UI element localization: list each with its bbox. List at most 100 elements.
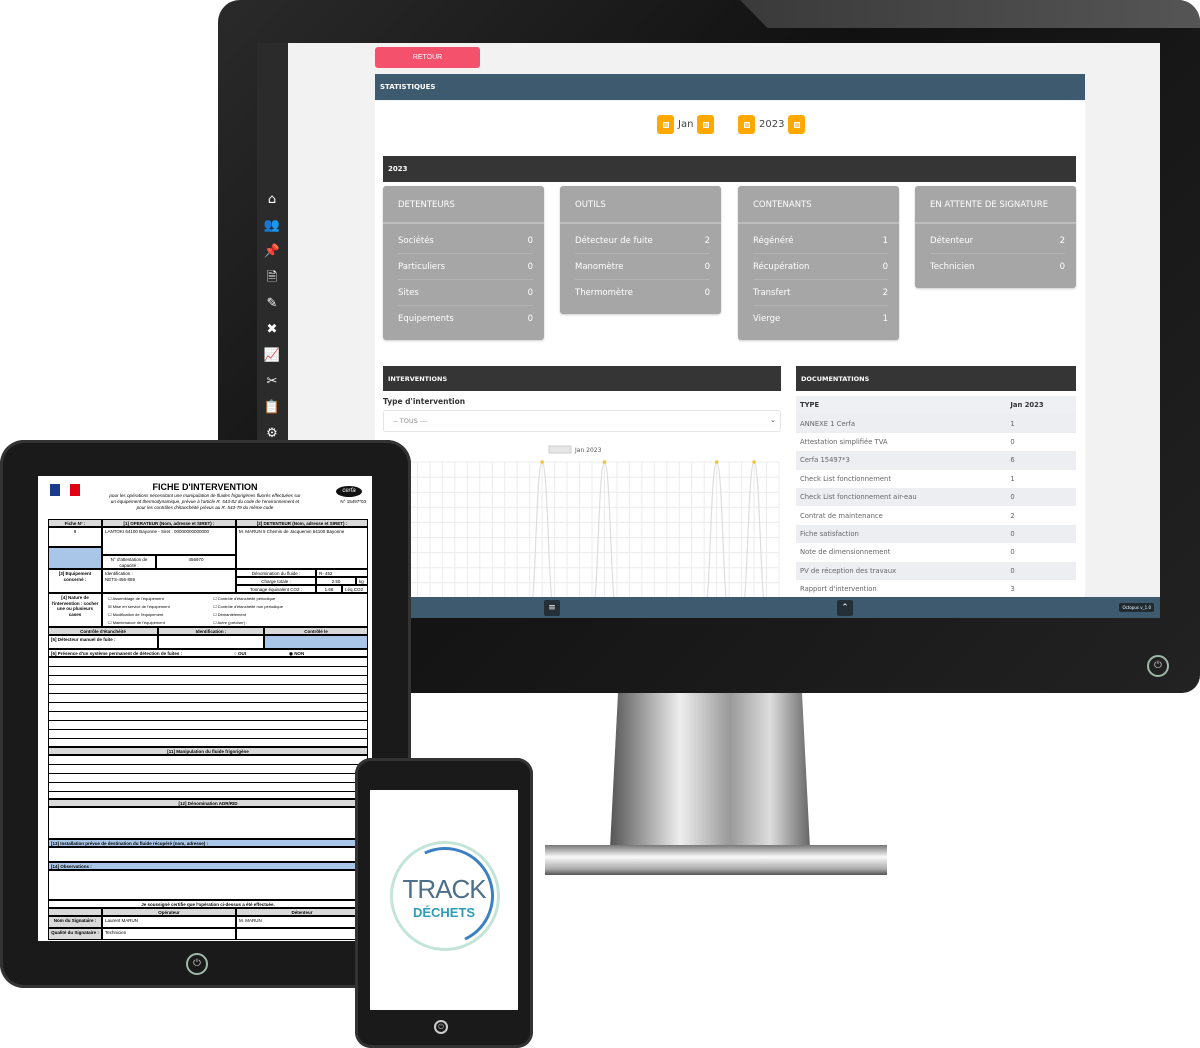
manipulation-label: [11] Manipulation du fluide frigorigène [48,747,368,755]
doc-type: Fiche satisfaction [796,524,1007,544]
fiche-no-label: Fiche N° : [48,519,102,527]
nature-option-label: Maintenance de l'équipement [112,620,165,625]
year-prev-button[interactable] [738,115,755,134]
row-label: Thermomètre [575,288,634,298]
controle-le-label: Contrôlé le [264,627,368,635]
year-next-button[interactable] [788,115,806,134]
interventions-header: INTERVENTIONS [383,366,781,391]
identification-label: Identification : [105,571,133,576]
scroll-top-icon[interactable]: ⌃ [837,600,853,616]
detecteur-value [158,635,264,649]
blank-header [48,908,102,916]
nature-checkbox[interactable]: ☐ Contrôle d'étanchéité périodique [213,596,275,602]
presence-label: [6] Présence d'un système permanent de d… [51,651,183,656]
nature-checkbox[interactable]: ☐ Modification de l'équipement [108,612,163,618]
installation-label: [13] Installation prévue de destination … [48,839,368,847]
phone-screen: TRACK DÉCHETS [370,790,518,1010]
row-value: 0 [704,261,710,272]
menu-icon[interactable]: ≡ [544,600,560,616]
doc-count: 0 [1006,561,1076,580]
frequence-section [48,657,368,747]
card-row: Détenteur 2 [930,228,1065,254]
stats-panel: Jan 2023 2023 DETENTEURS Sociétés 0 Particu… [375,101,1085,618]
type-intervention-select[interactable]: -- TOUS --- ⌄ [383,410,781,432]
cerfa-logo: cerfa [336,486,362,497]
table-row: Rapport d'intervention 3 [796,580,1076,598]
detenteur-label: [2] DETENTEUR (Nom, adresse et SIRET) : [236,519,368,527]
data-point [714,460,719,464]
nature-checkbox[interactable]: ☐ Autre (préciser) : [213,620,247,626]
card-title: CONTENANTS [738,186,899,224]
fiche-no-value: 9 [48,527,102,547]
doc-type: Cerfa 15497*3 [796,451,1007,470]
tools-icon[interactable]: ✎ [262,295,282,313]
tools-crossed-icon[interactable]: ✂ [262,373,282,391]
month-prev-button[interactable] [657,115,674,134]
tonnage-value: 1.68 [316,585,342,593]
pin-icon[interactable]: 📌 [262,243,282,261]
detenteur-col: Détenteur [236,908,368,916]
year-value: 2023 [759,119,785,130]
attestation-label: N° d'attestation de capacité : [102,555,156,569]
row-value: 0 [527,235,533,246]
nature-checkbox[interactable]: ☐ Assemblage de l'équipement [108,596,164,602]
detenteur-value: M. MARUN 5 Chemin de Jacquemin 64100 Bay… [236,527,368,569]
home-icon[interactable]: ⌂ [262,191,282,209]
nature-option-label: Contrôle d'étanchéité non périodique [217,604,283,609]
interventions-chart: Jan 2023 [403,445,781,615]
row-label: Vierge [753,314,781,324]
main-content: RETOUR STATISTIQUES Jan 2023 2023 DETENT… [288,43,1160,618]
oui-radio[interactable]: ○ OUI [234,651,246,657]
clipboard-icon[interactable]: 📋 [262,399,282,417]
row-value: 0 [704,288,710,298]
doc-type: Contrat de maintenance [800,511,883,520]
doc-type: Check List fonctionnement air-eau [796,487,1007,507]
controle-date-field[interactable] [264,635,368,649]
users-icon[interactable]: 👥 [262,217,282,235]
nature-checkbox[interactable]: ☐ Contrôle d'étanchéité non périodique [213,604,283,610]
certify-text: Je soussigné certifie que l'opération ci… [48,900,368,908]
stat-card-contenants: CONTENANTS Régénéré 1 Récupération 0 Transfer… [738,186,899,340]
operateur-col: Opérateur [102,908,236,916]
doc-count: 0 [1006,524,1076,544]
nom-operateur: Laurent MARUN [102,916,236,928]
pdf-file-icon[interactable]: 🗎 [262,269,282,287]
nom-detenteur: M. MARUN [236,916,368,928]
installation-field [48,847,368,862]
doc-type: PV de réception des travaux [796,561,1007,580]
stat-card-en-attente-de-signature: EN ATTENTE DE SIGNATURE Détenteur 2 Technic… [915,186,1076,288]
card-row: Sites 0 [398,280,533,306]
chart-icon[interactable]: 📈 [262,347,282,365]
card-title: DETENTEURS [383,186,544,224]
logo-track: TRACK [402,874,486,904]
col-month: Jan 2023 [1006,396,1076,415]
row-value: 2 [1059,235,1065,246]
fiche-subtitle: pour les opérations nécessitant une mani… [109,493,301,510]
row-value: 0 [882,261,888,272]
nature-checkbox[interactable]: ☐ Maintenance de l'équipement [108,620,165,626]
adr-label: [12] Dénomination ADR/RID [48,799,368,807]
year-bar: 2023 [383,156,1076,182]
row-label: Manomètre [575,261,624,272]
identification-cell: Identification : NETS-456-859 [102,569,236,593]
bottom-bar: ≡ ⌃ Octopus v_1.0 [288,597,1160,618]
row-value: 2 [704,235,710,246]
wrench-screwdriver-icon[interactable]: ✖ [262,321,282,339]
row-label: Equipements [398,314,454,324]
version-badge: Octopus v_1.0 [1119,603,1154,612]
table-row: Cerfa 15497*3 6 [796,451,1076,470]
legend-swatch [548,445,572,454]
retour-button[interactable]: RETOUR [375,47,480,68]
non-radio[interactable]: ◉ NON [289,651,304,657]
observations-label: [14] Observations : [48,862,368,870]
row-label: Régénéré [753,235,794,246]
nature-checkbox[interactable]: ☐ Démantèlement [213,612,246,618]
table-row: Note de dimensionnement 0 [796,543,1076,561]
month-next-button[interactable] [697,115,715,134]
qualite-operateur: Technicien [102,928,236,940]
table-row: Fiche satisfaction 0 [796,524,1076,544]
type-intervention-label: Type d'intervention [383,397,466,406]
nature-checkbox[interactable]: ☒ Mise en service de l'équipement [108,604,170,610]
data-point [540,460,544,464]
qualite-label: Qualité du Signataire : [48,928,102,940]
